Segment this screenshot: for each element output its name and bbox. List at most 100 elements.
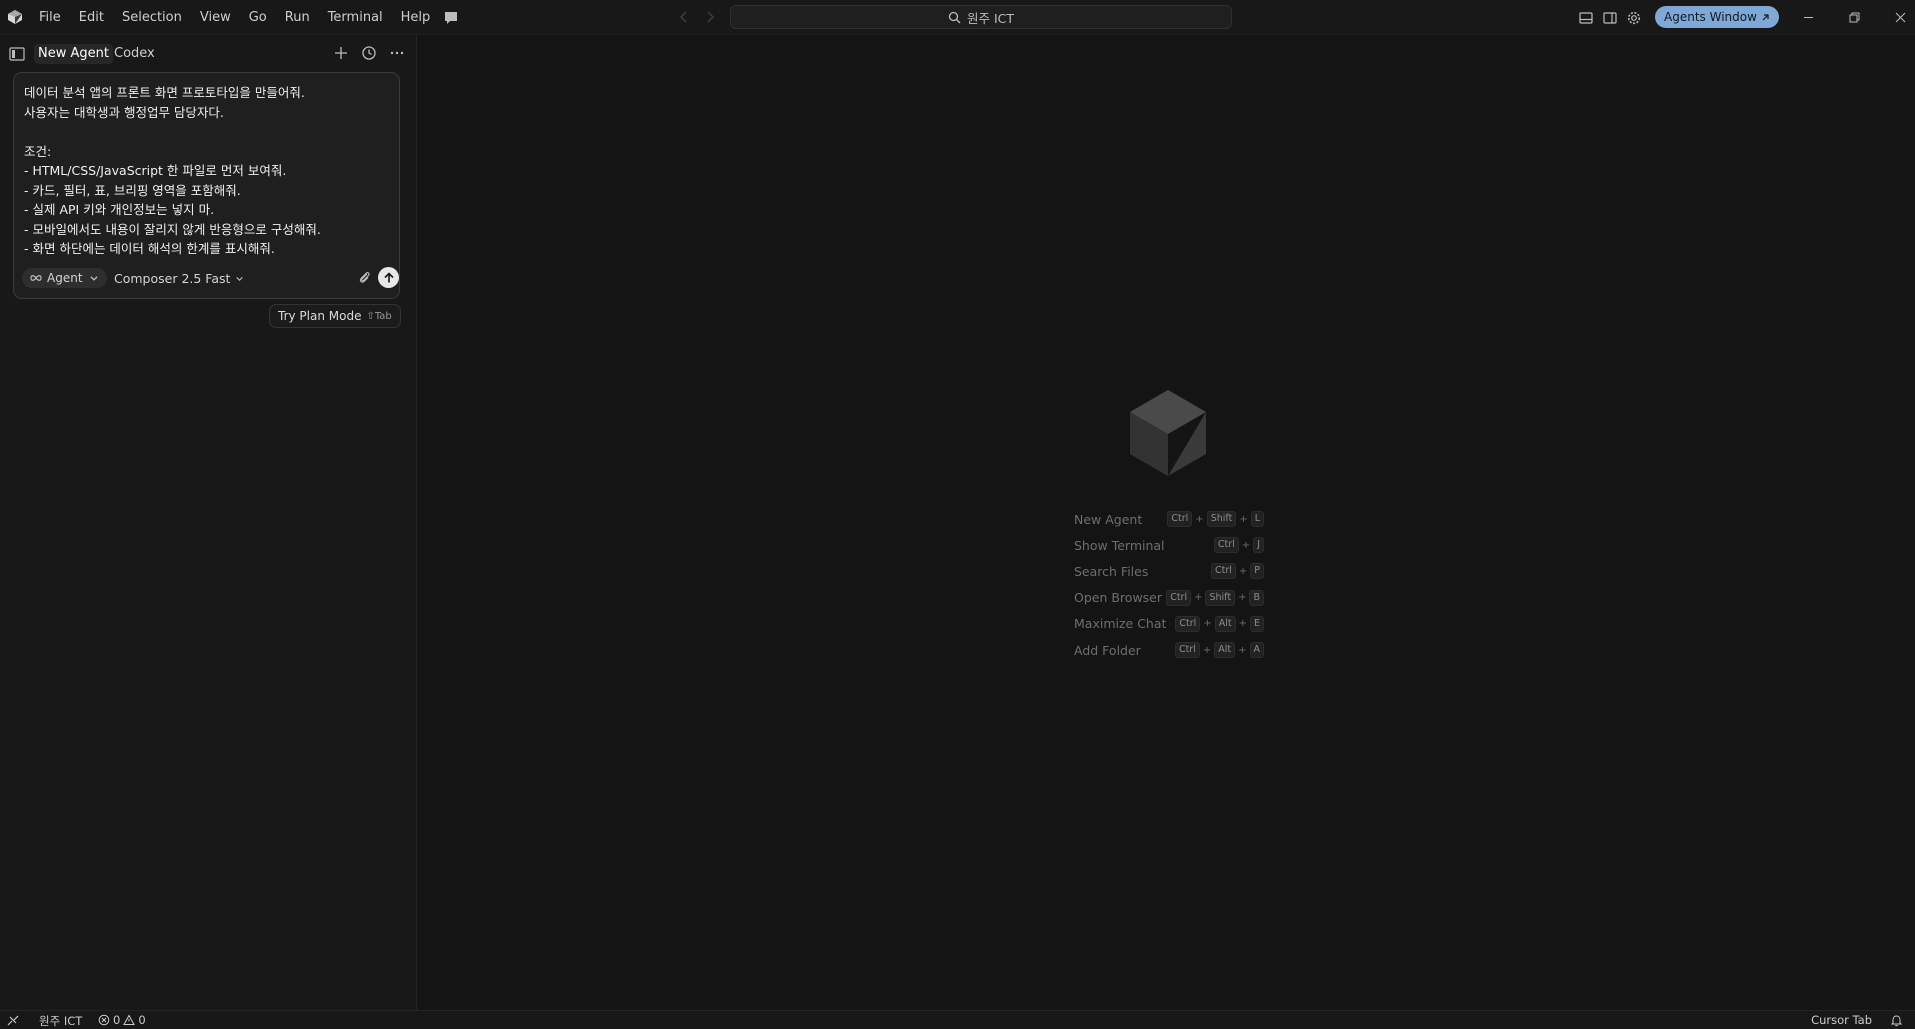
key: Ctrl	[1175, 615, 1201, 632]
shortcut-show-terminal[interactable]: Show Terminal Ctrl + J	[1074, 532, 1264, 558]
key: A	[1249, 642, 1264, 659]
close-icon	[1895, 12, 1905, 23]
menu-go[interactable]: Go	[240, 0, 276, 35]
close-button[interactable]	[1877, 0, 1915, 35]
key: Ctrl	[1166, 589, 1192, 606]
key: Ctrl	[1167, 511, 1193, 528]
agent-mode-dropdown[interactable]: Agent	[22, 268, 107, 288]
restore-button[interactable]	[1831, 0, 1877, 35]
navigation-arrows	[676, 9, 718, 25]
key: J	[1253, 537, 1264, 554]
error-icon	[98, 1014, 110, 1026]
workspace-folder[interactable]: 원주 ICT	[39, 1013, 82, 1029]
model-dropdown[interactable]: Composer 2.5 Fast	[114, 268, 244, 288]
menu-view[interactable]: View	[191, 0, 240, 35]
key: Alt	[1214, 642, 1236, 659]
key: E	[1249, 615, 1264, 632]
shortcut-maximize-chat[interactable]: Maximize Chat Ctrl + Alt + E	[1074, 611, 1264, 637]
prompt-input[interactable]: 데이터 분석 앱의 프론트 화면 프로토타입을 만들어줘. 사용자는 대학생과 …	[24, 83, 389, 259]
key: Ctrl	[1213, 537, 1239, 554]
shortcut-add-folder[interactable]: Add Folder Ctrl + Alt + A	[1074, 637, 1264, 663]
menu-edit[interactable]: Edit	[70, 0, 113, 35]
shortcut-label: Add Folder	[1074, 642, 1141, 658]
shortcut-search-files[interactable]: Search Files Ctrl + P	[1074, 558, 1264, 584]
title-bar: File Edit Selection View Go Run Terminal…	[0, 0, 1915, 35]
agent-composer[interactable]: 데이터 분석 앱의 프론트 화면 프로토타입을 만들어줘. 사용자는 대학생과 …	[13, 72, 400, 299]
shortcut-label: New Agent	[1074, 511, 1143, 527]
settings-gear-icon[interactable]	[1626, 10, 1642, 26]
shortcut-label: Search Files	[1074, 563, 1149, 579]
toggle-panel-icon[interactable]	[1578, 10, 1594, 26]
model-label: Composer 2.5 Fast	[114, 270, 231, 286]
chat-bubble-icon[interactable]	[442, 9, 460, 27]
history-clock-icon[interactable]	[361, 45, 377, 61]
agent-header-actions	[333, 45, 405, 61]
key: Shift	[1205, 589, 1236, 606]
layout-controls	[1578, 0, 1642, 35]
search-text: 원주 ICT	[966, 10, 1015, 26]
remote-connection-icon[interactable]	[6, 1014, 20, 1027]
forward-arrow-icon[interactable]	[702, 9, 718, 25]
plan-mode-label: Try Plan Mode	[278, 309, 362, 323]
shortcut-open-browser[interactable]: Open Browser Ctrl + Shift + B	[1074, 585, 1264, 611]
key: Ctrl	[1210, 563, 1236, 580]
menu-run[interactable]: Run	[276, 0, 319, 35]
menu-help[interactable]: Help	[392, 0, 440, 35]
shortcut-keys: Ctrl + Alt + E	[1175, 615, 1264, 632]
warning-count: 0	[138, 1013, 146, 1027]
sidebar-toggle-icon[interactable]	[9, 47, 25, 61]
arrow-up-icon	[383, 271, 394, 282]
key: B	[1249, 589, 1264, 606]
shortcut-list: New Agent Ctrl + Shift + L Show Terminal C…	[1074, 506, 1264, 663]
composer-footer: Agent Composer 2.5 Fast	[22, 266, 399, 290]
plan-mode-shortcut: ⇧Tab	[366, 310, 392, 322]
more-options-icon[interactable]	[389, 45, 405, 61]
chevron-down-icon	[89, 276, 98, 281]
agent-panel: New Agent Codex 데이터 분석 앱의 프론트 화면 프로토타입을 …	[0, 35, 417, 1010]
agent-panel-header: New Agent Codex	[0, 35, 417, 71]
try-plan-mode-button[interactable]: Try Plan Mode ⇧Tab	[269, 304, 401, 328]
tab-codex[interactable]: Codex	[110, 44, 159, 64]
key: Shift	[1206, 511, 1237, 528]
shortcut-keys: Ctrl + Shift + L	[1167, 511, 1264, 528]
menu-selection[interactable]: Selection	[113, 0, 191, 35]
plus-icon[interactable]	[333, 45, 349, 61]
agent-mode-label: Agent	[47, 271, 83, 285]
shortcut-new-agent[interactable]: New Agent Ctrl + Shift + L	[1074, 506, 1264, 532]
warning-icon	[123, 1014, 136, 1025]
key: L	[1250, 511, 1264, 528]
external-arrow-icon	[1762, 13, 1769, 20]
window-controls	[1785, 0, 1915, 35]
shortcut-keys: Ctrl + J	[1213, 537, 1264, 554]
key: Alt	[1214, 615, 1236, 632]
infinity-icon	[30, 275, 42, 281]
problems-indicator[interactable]: 0 0	[98, 1013, 146, 1027]
notification-bell-icon[interactable]	[1890, 1014, 1903, 1027]
cursor-app-icon[interactable]	[7, 9, 23, 25]
chevron-down-icon	[236, 276, 244, 281]
status-bar: 원주 ICT 0 0 Cursor Tab	[0, 1010, 1915, 1029]
key: Ctrl	[1174, 642, 1200, 659]
toggle-secondary-sidebar-icon[interactable]	[1602, 10, 1618, 26]
minimize-icon	[1803, 17, 1813, 18]
shortcut-keys: Ctrl + Alt + A	[1174, 642, 1264, 659]
menu-bar: File Edit Selection View Go Run Terminal…	[30, 0, 439, 35]
menu-file[interactable]: File	[30, 0, 70, 35]
back-arrow-icon[interactable]	[676, 9, 692, 25]
error-count: 0	[113, 1013, 121, 1027]
restore-icon	[1849, 12, 1859, 23]
shortcut-label: Show Terminal	[1074, 537, 1165, 553]
send-button[interactable]	[378, 267, 399, 288]
agents-window-button[interactable]: Agents Window	[1655, 6, 1779, 28]
key: P	[1250, 563, 1264, 580]
tab-new-agent[interactable]: New Agent	[34, 44, 113, 64]
agents-window-label: Agents Window	[1664, 10, 1757, 24]
command-center-search[interactable]: 원주 ICT	[730, 5, 1232, 29]
paperclip-icon[interactable]	[356, 269, 372, 285]
shortcut-keys: Ctrl + Shift + B	[1166, 589, 1264, 606]
cursor-tab-status[interactable]: Cursor Tab	[1811, 1013, 1872, 1027]
menu-terminal[interactable]: Terminal	[319, 0, 392, 35]
minimize-button[interactable]	[1785, 0, 1831, 35]
shortcut-keys: Ctrl + P	[1210, 563, 1264, 580]
shortcut-label: Open Browser	[1074, 590, 1163, 606]
